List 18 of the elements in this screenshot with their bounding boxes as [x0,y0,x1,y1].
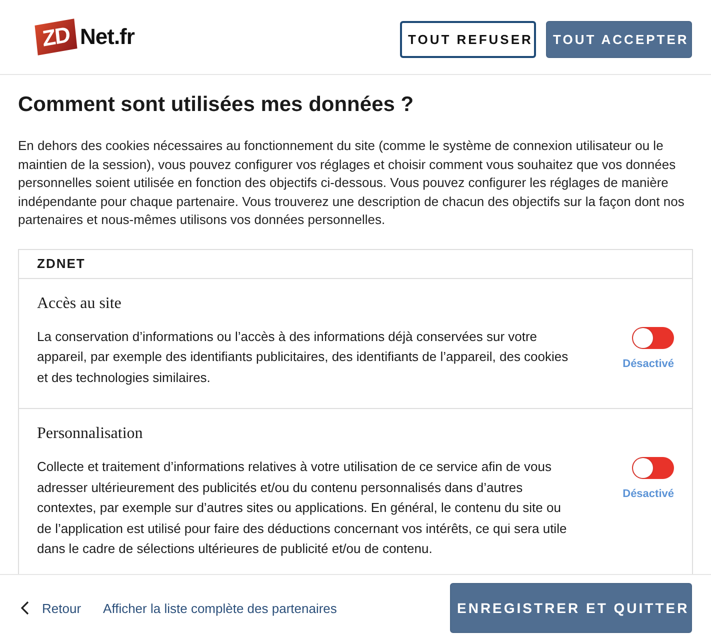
purpose-description: La conservation d’informations ou l’accès à des informations déjà conservées sur votre appareil, par exemple des identifiants publicitaires, des identifiants de l’appareil, des cookies et des technologies similaires. [37,328,570,387]
refuse-all-button[interactable]: TOUT REFUSER [400,20,536,58]
chevron-left-icon [20,601,30,615]
accept-all-button[interactable]: TOUT ACCEPTER [546,20,692,58]
purpose-title: Personnalisation [37,425,144,443]
page-title: Comment sont utilisées mes données ? [18,93,415,117]
save-button[interactable]: ENREGISTRER ET QUITTER [450,583,692,633]
purpose-title: Accès au site [37,294,122,312]
toggle-status: Désactivé [622,358,674,370]
section-heading: ZDNET [37,256,86,271]
intro-paragraph: En dehors des cookies nécessaires au fonctionnement du site (comme le système de connexion utilisateur ou le maintien de la session), vous pouvez configurer vos réglages et choisir comment vous souhaitez que vos données personnelles soient utilisée en fonction des objectifs ci-dessous. Vous pouvez configurer les réglages de manière indépendante pour chaque partenaire. Vous trouverez une description de chacun des objectifs sur la façon dont nos partenaires et nous-mêmes utilisons vos données personnelles. [18,137,686,229]
partners-link[interactable]: Afficher la liste complète des partenaires [103,600,337,616]
purpose-description: Collecte et traitement d’informations relatives à votre utilisation de ce service afin de vous adresser ultérieurement des publicités et/ou du contenu personnalisés dans d’autres contextes, par exemple sur d’autres sites ou applications. En général, le contenu du site ou de l’application est utilisé pour faire des déductions concernant vos intérêts, ce qui sera utile dans le cadre de sélections ultérieures de publicité et/ou de contenu. [37,458,568,558]
toggle-status: Désactivé [622,488,674,500]
zdnet-logo: ZD Net.fr [36,17,134,57]
toggle-switch[interactable] [632,326,674,348]
toggle-switch[interactable] [632,457,674,479]
back-link[interactable]: Retour [20,600,82,616]
